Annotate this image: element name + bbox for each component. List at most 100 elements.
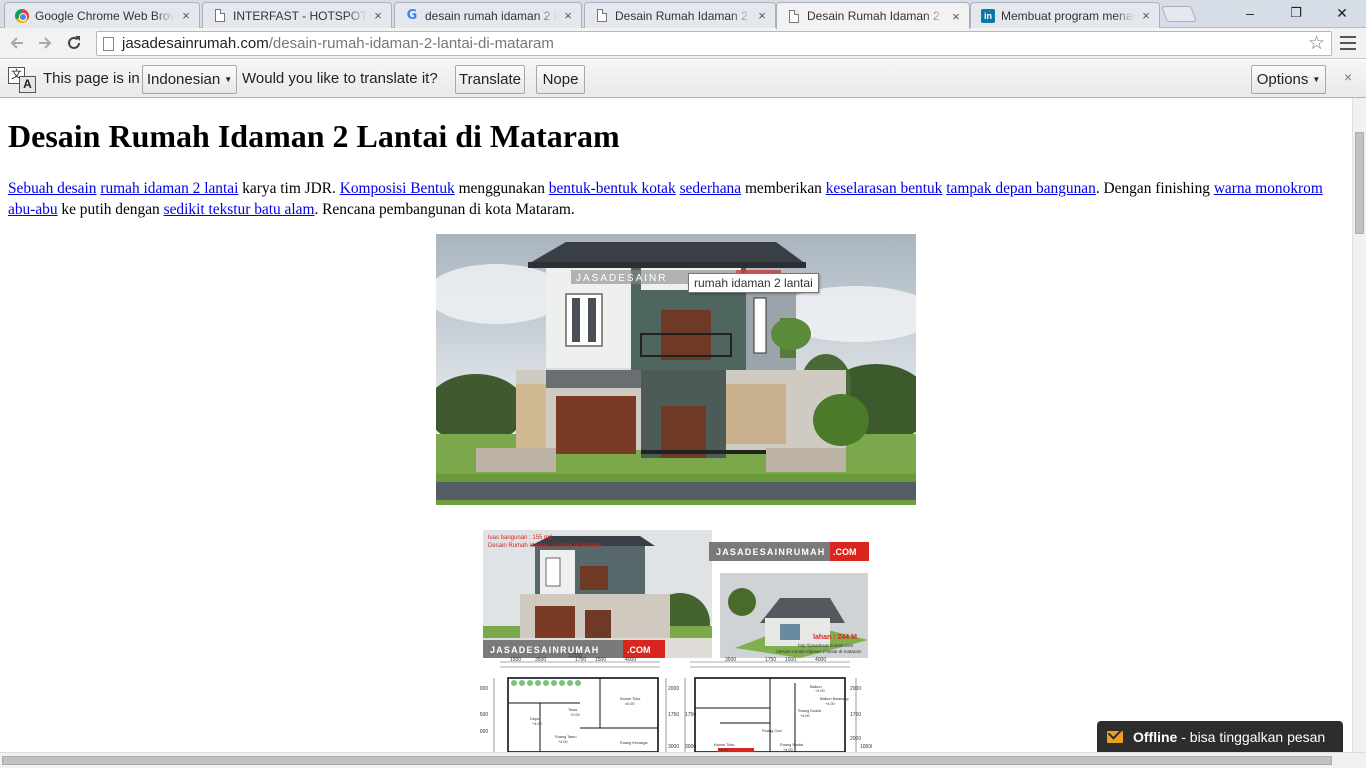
svg-text:Teras: Teras	[568, 708, 577, 712]
address-bar[interactable]: jasadesainrumah.com/desain-rumah-idaman-…	[96, 31, 1332, 56]
svg-text:3000: 3000	[668, 744, 679, 750]
translate-question: Would you like to translate it?	[242, 70, 438, 87]
plan-caption-area: luas bangunan : 155 m2	[488, 535, 553, 541]
tab-interfast-hotspot[interactable]: INTERFAST - HOTSPOT LC ×	[202, 2, 392, 28]
arrow-left-icon	[10, 37, 23, 49]
tab-title: Membuat program menar	[1001, 8, 1135, 23]
svg-text:1750: 1750	[850, 712, 861, 718]
options-label: Options	[1256, 71, 1309, 88]
svg-text:4000: 4000	[625, 657, 636, 663]
svg-text:Ruang Duduk: Ruang Duduk	[798, 709, 821, 713]
back-button[interactable]	[5, 31, 29, 55]
page-title: Desain Rumah Idaman 2 Lantai di Mataram	[8, 118, 620, 154]
page-icon	[595, 9, 609, 23]
plan-site-url-2: /desain-rumah-idaman-2-lantai-di-mataram	[776, 649, 862, 654]
plan-site-url-1: http://jasadesainrumah.com	[798, 643, 854, 648]
vertical-scrollbar[interactable]	[1352, 98, 1366, 752]
svg-text:+4.00: +4.00	[800, 714, 810, 718]
tab-close-icon[interactable]: ×	[1139, 8, 1153, 23]
new-tab-button[interactable]	[1161, 6, 1197, 22]
tab-desain-rumah-active[interactable]: Desain Rumah Idaman 2 L ×	[776, 2, 970, 29]
vertical-scroll-thumb[interactable]	[1355, 132, 1364, 234]
svg-text:1500: 1500	[510, 657, 521, 663]
svg-text:±0.00: ±0.00	[625, 702, 634, 706]
dropdown-arrow-icon: ▼	[1312, 75, 1321, 84]
language-select[interactable]: Indonesian ▼	[142, 65, 237, 94]
intro-paragraph: Sebuah desain rumah idaman 2 lantai kary…	[8, 180, 1323, 218]
minimize-button[interactable]: –	[1227, 0, 1273, 26]
chat-widget[interactable]: Offline - bisa tinggalkan pesan	[1097, 721, 1343, 752]
svg-text:1750: 1750	[765, 657, 776, 663]
tab-close-icon[interactable]: ×	[949, 9, 963, 24]
link-sederhana[interactable]: sederhana	[680, 180, 742, 197]
close-window-button[interactable]: ✕	[1319, 0, 1365, 26]
link-bentuk-kotak[interactable]: bentuk-bentuk kotak	[549, 180, 676, 197]
options-button[interactable]: Options ▼	[1251, 65, 1326, 94]
tab-close-icon[interactable]: ×	[371, 8, 385, 23]
svg-text:Balkon Belakang: Balkon Belakang	[820, 697, 849, 701]
svg-text:3500: 3500	[725, 657, 736, 663]
svg-text:2000: 2000	[480, 686, 488, 692]
dropdown-arrow-icon: ▼	[224, 75, 233, 84]
floor-plan-image[interactable]: luas bangunan : 155 m2 Desain Rumah Idam…	[480, 528, 872, 752]
tab-google-search[interactable]: G desain rumah idaman 2 la ×	[394, 2, 582, 28]
tab-close-icon[interactable]: ×	[561, 8, 575, 23]
url-path: /desain-rumah-idaman-2-lantai-di-mataram	[268, 35, 554, 52]
chat-message: - bisa tinggalkan pesan	[1177, 728, 1326, 745]
plan-brand-suffix: .COM	[627, 645, 651, 655]
plan-brand-suffix-2: .COM	[833, 547, 857, 557]
link-komposisi-bentuk[interactable]: Komposisi Bentuk	[340, 180, 455, 197]
tab-close-icon[interactable]: ×	[755, 8, 769, 23]
tab-chrome-web-browser[interactable]: Google Chrome Web Brov ×	[4, 2, 200, 28]
link-tekstur-batu-alam[interactable]: sedikit tekstur batu alam	[164, 201, 315, 218]
translate-button[interactable]: Translate	[455, 65, 525, 94]
svg-text:12250: 12250	[568, 653, 582, 659]
chrome-menu-icon[interactable]	[1340, 34, 1356, 52]
svg-text:2000: 2000	[668, 686, 679, 692]
translate-prefix: This page is in	[43, 70, 140, 87]
svg-text:Ruang Tamu: Ruang Tamu	[555, 735, 576, 739]
page-icon	[213, 9, 227, 23]
mail-icon	[1107, 730, 1123, 743]
link-rumah-idaman[interactable]: rumah idaman 2 lantai	[100, 180, 238, 197]
link-keselarasan-bentuk[interactable]: keselarasan bentuk	[826, 180, 943, 197]
close-infobar-icon[interactable]: ×	[1344, 69, 1352, 85]
translate-infobar: 文 A This page is in Indonesian ▼ Would yo…	[0, 60, 1366, 98]
tab-strip: Google Chrome Web Brov × INTERFAST - HOT…	[0, 0, 1366, 29]
plan-caption-title: Desain Rumah Idaman 2 Lantai di Mataram	[488, 543, 604, 549]
chrome-icon	[15, 8, 29, 23]
svg-text:+4.00: +4.00	[558, 740, 568, 744]
svg-text:2000: 2000	[850, 686, 861, 692]
hero-house-image[interactable]: JASADESAINR	[436, 234, 916, 505]
reload-icon	[68, 36, 80, 49]
horizontal-scrollbar[interactable]	[0, 752, 1366, 768]
link-tampak-depan[interactable]: tampak depan bangunan	[946, 180, 1096, 197]
svg-text:Ruang Cuci: Ruang Cuci	[762, 729, 782, 733]
tab-title: desain rumah idaman 2 la	[425, 8, 557, 23]
url-host: jasadesainrumah.com	[122, 35, 269, 52]
svg-text:+0.00: +0.00	[570, 713, 580, 717]
svg-text:4000: 4000	[815, 657, 826, 663]
svg-text:+4.00: +4.00	[815, 689, 825, 693]
tab-title: Google Chrome Web Brov	[35, 8, 175, 23]
svg-text:Ruang Keluarga: Ruang Keluarga	[620, 741, 648, 745]
linkedin-icon: in	[981, 8, 995, 23]
language-value: Indonesian	[146, 71, 221, 88]
nope-button[interactable]: Nope	[536, 65, 585, 94]
bookmark-star-icon[interactable]: ☆	[1308, 32, 1325, 55]
svg-text:1750: 1750	[685, 712, 696, 718]
svg-text:Kamar Tidur: Kamar Tidur	[714, 743, 735, 747]
forward-button[interactable]	[33, 31, 57, 55]
tab-desain-rumah-1[interactable]: Desain Rumah Idaman 2 L ×	[584, 2, 776, 28]
restore-button[interactable]: ❐	[1273, 0, 1319, 26]
browser-toolbar: jasadesainrumah.com/desain-rumah-idaman-…	[0, 28, 1366, 59]
tab-linkedin[interactable]: in Membuat program menar ×	[970, 2, 1160, 28]
page-content: Desain Rumah Idaman 2 Lantai di Mataram …	[0, 98, 1352, 752]
svg-text:1500: 1500	[595, 657, 606, 663]
plan-lot-label: lahan : 244 M	[813, 634, 857, 641]
reload-button[interactable]	[62, 31, 86, 55]
tab-close-icon[interactable]: ×	[179, 8, 193, 23]
horizontal-scroll-thumb[interactable]	[2, 756, 1332, 765]
link-sebuah-desain[interactable]: Sebuah desain	[8, 180, 96, 197]
svg-text:3000: 3000	[480, 729, 488, 735]
